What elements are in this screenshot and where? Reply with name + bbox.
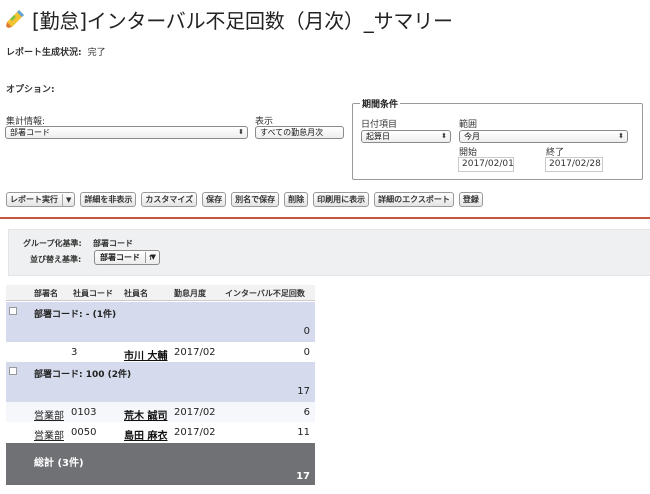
subscribe-button[interactable]: 登録 xyxy=(458,192,483,207)
column-header-count[interactable]: インターバル不足回数 xyxy=(225,288,305,299)
group-header-band: 部署コード: - (1件) 0 xyxy=(6,302,315,342)
hide-details-button[interactable]: 詳細を非表示 xyxy=(80,192,137,207)
name-cell[interactable]: 市川 大輔 xyxy=(124,347,167,362)
printable-view-button[interactable]: 印刷用に表示 xyxy=(313,192,370,207)
report-icon xyxy=(4,8,26,30)
group-checkbox[interactable] xyxy=(9,367,17,375)
grand-total-title: 総計 (3件) xyxy=(34,458,84,469)
sort-by-value: 部署コード xyxy=(100,253,140,262)
select-arrows-icon: ⬍ xyxy=(238,128,244,136)
status-label: レポート生成状況: xyxy=(6,48,82,58)
table-row: 営業部 0103 荒木 誠司 2017/02 6 xyxy=(6,402,315,422)
export-details-button[interactable]: 詳細のエクスポート xyxy=(374,192,454,207)
options-label: オプション: xyxy=(6,85,55,95)
delete-button[interactable]: 削除 xyxy=(284,192,309,207)
end-date-input[interactable]: 2017/02/28 xyxy=(545,157,603,172)
start-date-input[interactable]: 2017/02/01 xyxy=(458,157,514,172)
code-cell: 0050 xyxy=(71,427,97,438)
summary-select[interactable]: 部署コード ⬍ xyxy=(5,126,248,139)
run-report-button[interactable]: レポート実行 ▼ xyxy=(6,192,76,207)
summary-select-value: 部署コード xyxy=(10,128,50,137)
grouping-panel: グループ化基準: 部署コード 並び替え基準: 部署コード ↑ ▼ xyxy=(8,229,650,276)
grand-total-band: 総計 (3件) 17 xyxy=(6,443,315,485)
name-cell[interactable]: 島田 麻衣 xyxy=(124,427,167,442)
count-cell: 11 xyxy=(297,427,310,438)
dept-cell[interactable]: 営業部 xyxy=(34,427,64,442)
select-arrows-icon: ⬍ xyxy=(441,132,447,140)
group-header-band: 部署コード: 100 (2件) 17 xyxy=(6,362,315,402)
column-header-code[interactable]: 社員コード xyxy=(73,288,113,299)
date-field-label: 日付項目 xyxy=(361,120,398,130)
table-row: 3 市川 大輔 2017/02 0 xyxy=(6,342,315,362)
code-cell: 0103 xyxy=(71,407,97,418)
range-label: 範囲 xyxy=(459,120,478,130)
section-divider xyxy=(0,217,650,219)
grand-total-value: 17 xyxy=(296,471,310,482)
name-cell[interactable]: 荒木 誠司 xyxy=(124,407,167,422)
column-header-dept[interactable]: 部署名 xyxy=(34,288,58,299)
select-arrows-icon: ⬍ xyxy=(618,132,624,140)
table-row: 営業部 0050 島田 麻衣 2017/02 11 xyxy=(6,422,315,442)
group-subtotal: 17 xyxy=(297,386,310,397)
column-header-month[interactable]: 勤怠月度 xyxy=(174,288,206,299)
code-cell: 3 xyxy=(71,347,78,358)
group-by-value: 部署コード xyxy=(93,239,133,248)
dropdown-arrow-icon: ▼ xyxy=(150,253,156,261)
save-button[interactable]: 保存 xyxy=(202,192,227,207)
status-value: 完了 xyxy=(87,48,106,58)
save-as-button[interactable]: 別名で保存 xyxy=(231,192,280,207)
range-select[interactable]: 今月 ⬍ xyxy=(459,130,628,143)
report-toolbar: レポート実行 ▼ 詳細を非表示 カスタマイズ 保存 別名で保存 削除 印刷用に表示… xyxy=(6,192,488,207)
sort-by-label: 並び替え基準: xyxy=(30,255,82,264)
group-title: 部署コード: - (1件) xyxy=(34,310,117,320)
count-cell: 6 xyxy=(303,407,310,418)
dropdown-arrow-icon[interactable]: ▼ xyxy=(62,194,71,207)
group-by-label: グループ化基準: xyxy=(23,239,82,248)
group-subtotal: 0 xyxy=(303,326,310,337)
date-field-select[interactable]: 起算日 ⬍ xyxy=(361,130,451,143)
month-cell: 2017/02 xyxy=(174,427,216,438)
customize-button[interactable]: カスタマイズ xyxy=(141,192,198,207)
month-cell: 2017/02 xyxy=(174,347,216,358)
run-report-label: レポート実行 xyxy=(10,195,58,204)
month-cell: 2017/02 xyxy=(174,407,216,418)
dept-cell[interactable]: 営業部 xyxy=(34,407,64,422)
title-row: [勤怠]インターバル不足回数（月次）_サマリー xyxy=(4,4,453,34)
table-header: 部署名 社員コード 社員名 勤怠月度 インターバル不足回数 xyxy=(6,285,315,301)
display-select-value: すべての勤怠月次 xyxy=(260,128,324,137)
group-checkbox[interactable] xyxy=(9,307,17,315)
sort-select-divider xyxy=(145,252,146,263)
column-header-name[interactable]: 社員名 xyxy=(124,288,148,299)
date-field-value: 起算日 xyxy=(366,132,390,141)
count-cell: 0 xyxy=(303,347,310,358)
page-title: [勤怠]インターバル不足回数（月次）_サマリー xyxy=(32,8,453,33)
group-title: 部署コード: 100 (2件) xyxy=(34,370,132,380)
display-select[interactable]: すべての勤怠月次 xyxy=(255,126,344,139)
report-status: レポート生成状況: 完了 xyxy=(6,45,106,58)
range-value: 今月 xyxy=(464,132,480,141)
sort-by-select[interactable]: 部署コード ↑ ▼ xyxy=(94,250,160,265)
period-legend: 期間条件 xyxy=(360,97,401,110)
